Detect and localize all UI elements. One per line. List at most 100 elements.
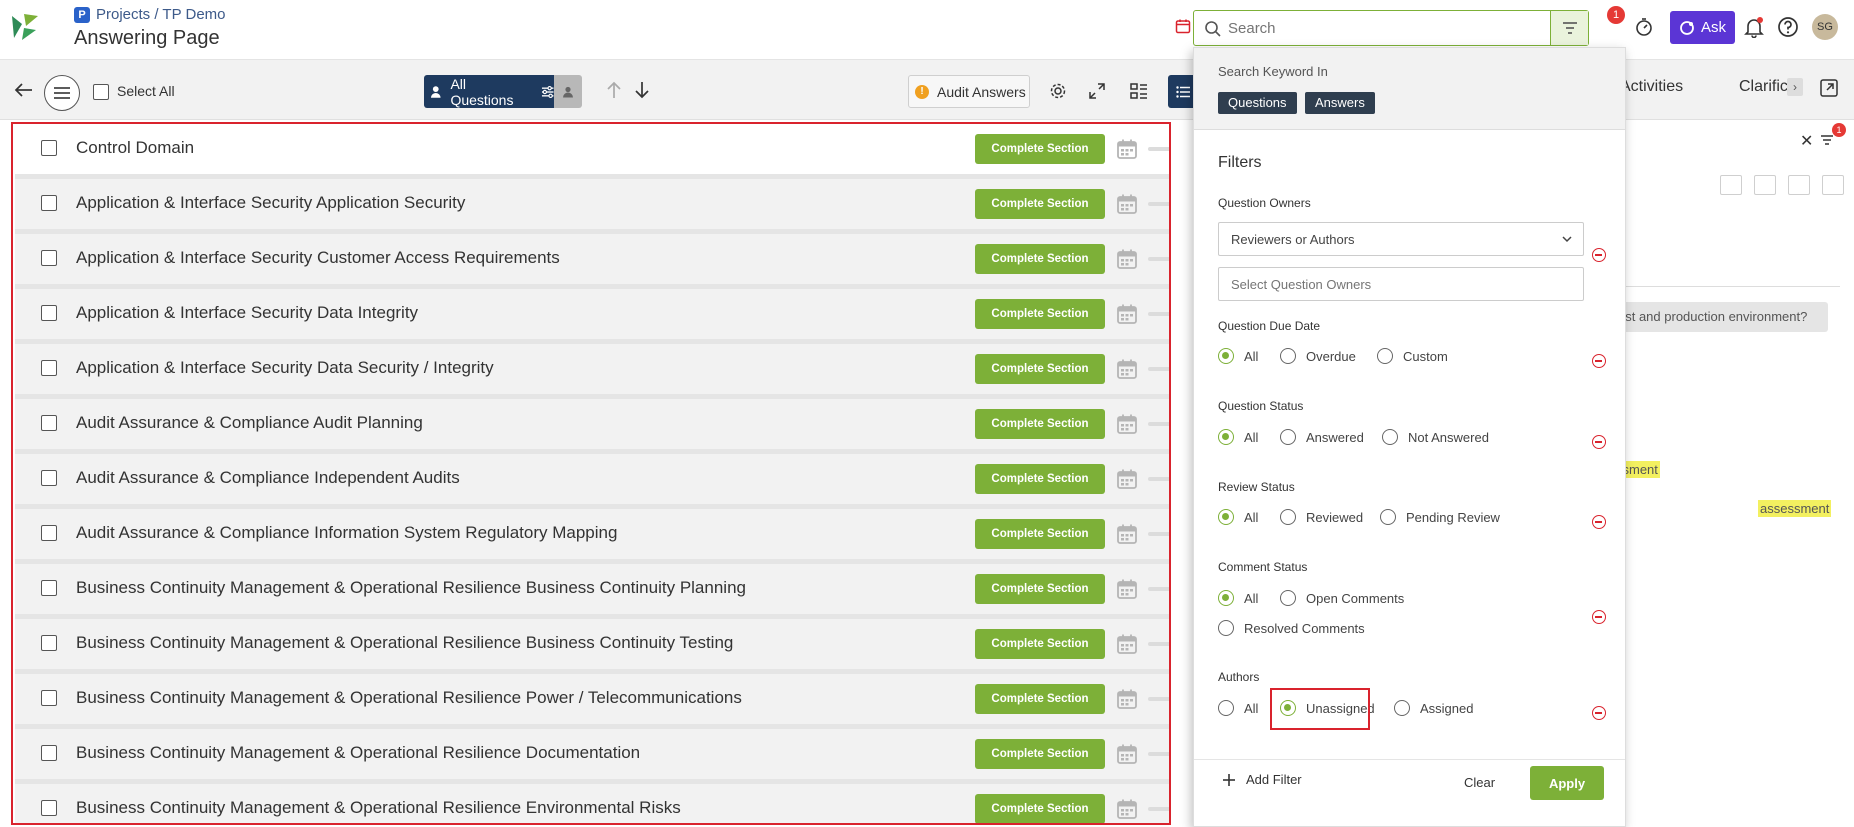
complete-section-button[interactable]: Complete Section: [975, 794, 1105, 823]
review-radio-all[interactable]: All: [1218, 509, 1258, 525]
arrow-up-icon[interactable]: [606, 81, 622, 99]
section-title[interactable]: Business Continuity Management & Operati…: [76, 743, 640, 763]
calendar-icon[interactable]: [1116, 193, 1138, 215]
calendar-icon[interactable]: [1116, 743, 1138, 765]
tab-clarifications[interactable]: Clarific: [1739, 78, 1788, 96]
section-title[interactable]: Application & Interface Security Applica…: [76, 193, 465, 213]
section-title[interactable]: Application & Interface Security Data Se…: [76, 358, 494, 378]
comment-radio-open[interactable]: Open Comments: [1280, 590, 1404, 606]
user-avatar[interactable]: SG: [1812, 14, 1838, 40]
remove-filter-icon[interactable]: [1592, 435, 1606, 449]
layout-grid-icon[interactable]: [1130, 82, 1148, 100]
help-icon[interactable]: [1777, 16, 1799, 38]
timer-icon[interactable]: [1634, 17, 1654, 37]
question-snippet[interactable]: est and production environment?: [1610, 302, 1828, 332]
sort-icon[interactable]: [1720, 175, 1742, 195]
section-checkbox[interactable]: [41, 305, 57, 321]
calendar-icon[interactable]: [1116, 303, 1138, 325]
hamburger-menu-button[interactable]: [44, 75, 80, 111]
calendar-icon[interactable]: [1116, 798, 1138, 820]
complete-section-button[interactable]: Complete Section: [975, 574, 1105, 604]
breadcrumb[interactable]: P Projects / TP Demo: [74, 6, 226, 23]
complete-section-button[interactable]: Complete Section: [975, 684, 1105, 714]
due-radio-overdue[interactable]: Overdue: [1280, 348, 1356, 364]
question-owners-input[interactable]: [1218, 267, 1584, 301]
tab-activities[interactable]: Activities: [1620, 78, 1683, 96]
ask-button[interactable]: Ask: [1670, 11, 1735, 44]
search-input[interactable]: [1228, 17, 1528, 39]
calendar-icon[interactable]: [1116, 523, 1138, 545]
section-title[interactable]: Audit Assurance & Compliance Independent…: [76, 468, 460, 488]
select-all-checkbox[interactable]: [93, 84, 109, 100]
remove-filter-icon[interactable]: [1592, 248, 1606, 262]
columns-icon[interactable]: [1822, 175, 1844, 195]
status-radio-not-answered[interactable]: Not Answered: [1382, 429, 1489, 445]
remove-filter-icon[interactable]: [1592, 354, 1606, 368]
section-title[interactable]: Business Continuity Management & Operati…: [76, 633, 733, 653]
comment-radio-all[interactable]: All: [1218, 590, 1258, 606]
calendar-icon[interactable]: [1175, 18, 1191, 34]
section-checkbox[interactable]: [41, 140, 57, 156]
section-checkbox[interactable]: [41, 250, 57, 266]
apply-button[interactable]: Apply: [1530, 766, 1604, 800]
arrow-down-icon[interactable]: [634, 81, 650, 99]
calendar-icon[interactable]: [1116, 413, 1138, 435]
save-icon[interactable]: [1754, 175, 1776, 195]
section-row[interactable]: Application & Interface Security Data In…: [15, 289, 1169, 339]
review-radio-pending[interactable]: Pending Review: [1380, 509, 1500, 525]
section-row[interactable]: Application & Interface Security Custome…: [15, 234, 1169, 284]
section-checkbox[interactable]: [41, 580, 57, 596]
complete-section-button[interactable]: Complete Section: [975, 354, 1105, 384]
section-row[interactable]: Application & Interface Security Data Se…: [15, 344, 1169, 394]
select-all-label[interactable]: Select All: [117, 83, 175, 99]
section-checkbox[interactable]: [41, 690, 57, 706]
section-row[interactable]: Business Continuity Management & Operati…: [15, 674, 1169, 724]
complete-section-button[interactable]: Complete Section: [975, 409, 1105, 439]
filter-button[interactable]: [1550, 11, 1588, 45]
complete-section-button[interactable]: Complete Section: [975, 299, 1105, 329]
calendar-icon[interactable]: [1116, 633, 1138, 655]
all-questions-button[interactable]: All Questions: [424, 75, 554, 108]
status-radio-answered[interactable]: Answered: [1280, 429, 1364, 445]
breadcrumb-text[interactable]: Projects / TP Demo: [96, 6, 226, 23]
clear-search-icon[interactable]: ✕: [1800, 131, 1813, 151]
settings-gear-icon[interactable]: [1049, 82, 1067, 100]
my-questions-button[interactable]: [554, 75, 582, 108]
complete-section-button[interactable]: Complete Section: [975, 464, 1105, 494]
clear-button[interactable]: Clear: [1464, 775, 1495, 790]
section-title[interactable]: Control Domain: [76, 138, 194, 158]
section-row[interactable]: Application & Interface Security Applica…: [15, 179, 1169, 229]
section-title[interactable]: Audit Assurance & Compliance Audit Plann…: [76, 413, 423, 433]
section-title[interactable]: Business Continuity Management & Operati…: [76, 688, 742, 708]
remove-filter-icon[interactable]: [1592, 706, 1606, 720]
section-checkbox[interactable]: [41, 470, 57, 486]
calendar-icon[interactable]: [1116, 358, 1138, 380]
complete-section-button[interactable]: Complete Section: [975, 739, 1105, 769]
review-radio-reviewed[interactable]: Reviewed: [1280, 509, 1363, 525]
calendar-icon[interactable]: [1116, 688, 1138, 710]
section-title[interactable]: Business Continuity Management & Operati…: [76, 578, 746, 598]
section-row[interactable]: Business Continuity Management & Operati…: [15, 564, 1169, 614]
section-row[interactable]: Control Domain Complete Section: [15, 124, 1169, 174]
section-checkbox[interactable]: [41, 800, 57, 816]
section-row[interactable]: Business Continuity Management & Operati…: [15, 784, 1169, 823]
app-logo[interactable]: [10, 12, 40, 42]
remove-filter-icon[interactable]: [1592, 515, 1606, 529]
complete-section-button[interactable]: Complete Section: [975, 519, 1105, 549]
calendar-icon[interactable]: [1116, 248, 1138, 270]
authors-radio-all[interactable]: All: [1218, 700, 1258, 716]
complete-section-button[interactable]: Complete Section: [975, 189, 1105, 219]
section-row[interactable]: Business Continuity Management & Operati…: [15, 619, 1169, 669]
complete-section-button[interactable]: Complete Section: [975, 629, 1105, 659]
section-title[interactable]: Audit Assurance & Compliance Information…: [76, 523, 617, 543]
due-radio-all[interactable]: All: [1218, 348, 1258, 364]
section-checkbox[interactable]: [41, 635, 57, 651]
comment-radio-resolved[interactable]: Resolved Comments: [1218, 620, 1365, 636]
section-checkbox[interactable]: [41, 360, 57, 376]
section-checkbox[interactable]: [41, 525, 57, 541]
due-radio-custom[interactable]: Custom: [1377, 348, 1448, 364]
back-arrow-icon[interactable]: [14, 82, 34, 98]
section-checkbox[interactable]: [41, 745, 57, 761]
section-checkbox[interactable]: [41, 195, 57, 211]
add-filter-button[interactable]: Add Filter: [1222, 772, 1302, 787]
